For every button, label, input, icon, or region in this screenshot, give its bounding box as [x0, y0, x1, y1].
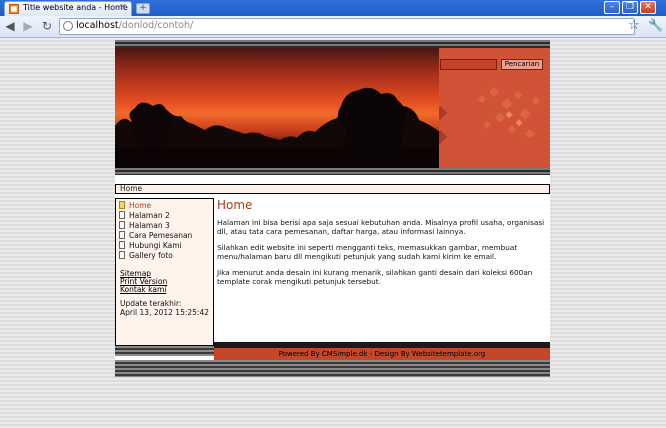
sidebar-bottom-stripes	[115, 346, 214, 356]
website-container: Pencarian Home Home Halaman 2 Halaman 3 …	[115, 40, 550, 377]
favicon-icon: ■	[9, 4, 19, 14]
page-icon	[119, 251, 125, 259]
header-banner: Pencarian	[115, 40, 550, 175]
search-input[interactable]	[440, 59, 497, 70]
sidebar-item-halaman-2[interactable]: Halaman 2	[119, 211, 170, 221]
url-text: localhost/donlod/contoh/	[76, 20, 193, 31]
tab-title: Title website anda - Home	[23, 3, 128, 12]
page-icon	[119, 241, 125, 249]
sidebar-item-label: Hubungi Kami	[129, 241, 182, 250]
bookmark-star-icon[interactable]: ☆	[628, 18, 640, 33]
url-host: localhost	[76, 20, 119, 31]
sidebar-item-label: Halaman 2	[129, 211, 170, 220]
back-icon[interactable]: ◀	[3, 19, 17, 33]
browser-tab[interactable]: ■ Title website anda - Home ×	[4, 1, 132, 16]
content-paragraph-2: Silahkan edit website ini seperti mengga…	[217, 243, 518, 261]
footer: Powered By CMSimple.dk - Design By Websi…	[214, 348, 550, 360]
tab-close-icon[interactable]: ×	[119, 2, 127, 12]
update-label: Update terakhir:	[120, 299, 182, 308]
content-paragraph-1: Halaman ini bisa berisi apa saja sesuai …	[217, 218, 545, 236]
update-value: April 13, 2012 15:25:42	[120, 308, 209, 317]
sidebar-item-halaman-3[interactable]: Halaman 3	[119, 221, 170, 231]
sidebar-item-home[interactable]: Home	[119, 201, 151, 211]
maximize-icon[interactable]: ❐	[622, 1, 638, 14]
kontak-kami-link[interactable]: Kontak kami	[120, 285, 166, 294]
browser-toolbar: ◀ ▶ ↻ localhost/donlod/contoh/ ☆ 🔧	[0, 16, 666, 38]
sidebar-item-label: Cara Pemesanan	[129, 231, 193, 240]
page-icon	[119, 231, 125, 239]
page-viewport: Pencarian Home Home Halaman 2 Halaman 3 …	[0, 38, 666, 428]
sidebar-item-label: Gallery foto	[129, 251, 173, 260]
sidebar-item-hubungi-kami[interactable]: Hubungi Kami	[119, 241, 182, 251]
wrench-icon[interactable]: 🔧	[648, 18, 663, 32]
sunset-photo	[115, 48, 440, 168]
title-bar: ■ Title website anda - Home × + – ❐ ✕	[0, 0, 666, 16]
new-tab-button[interactable]: +	[136, 3, 150, 14]
globe-icon	[63, 21, 73, 31]
breadcrumb: Home	[115, 184, 550, 194]
content-paragraph-3: Jika menurut anda desain ini kurang mena…	[217, 268, 533, 286]
url-path: /donlod/contoh/	[118, 20, 194, 31]
minimize-icon[interactable]: –	[604, 1, 620, 14]
search-button[interactable]: Pencarian	[501, 59, 543, 70]
reload-icon[interactable]: ↻	[40, 19, 54, 33]
sidebar: Home Halaman 2 Halaman 3 Cara Pemesanan …	[115, 198, 214, 346]
forward-icon[interactable]: ▶	[21, 19, 35, 33]
sidebar-item-label: Home	[129, 201, 152, 210]
page-icon	[119, 211, 125, 219]
address-bar[interactable]: localhost/donlod/contoh/	[59, 18, 635, 35]
close-icon[interactable]: ✕	[640, 1, 656, 14]
sidebar-item-label: Halaman 3	[129, 221, 170, 230]
page-title: Home	[217, 198, 253, 212]
sidebar-item-cara-pemesanan[interactable]: Cara Pemesanan	[119, 231, 192, 241]
sidebar-item-gallery-foto[interactable]: Gallery foto	[119, 251, 173, 261]
page-icon	[119, 221, 125, 229]
page-icon	[119, 201, 125, 209]
footer-stripes	[115, 360, 550, 377]
tree-silhouette	[115, 87, 440, 168]
